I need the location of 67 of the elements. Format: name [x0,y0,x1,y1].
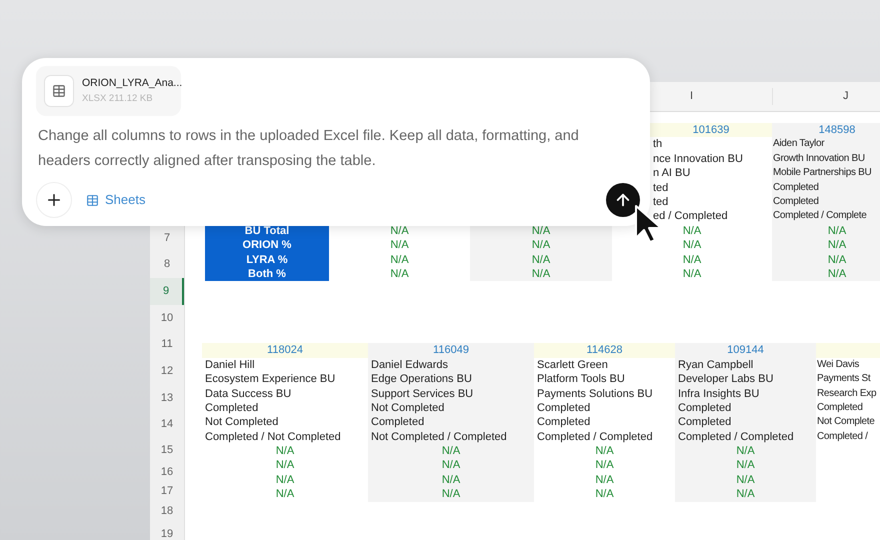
table-cell: Completed [772,194,880,210]
table-cell: N/A [772,238,880,253]
table-cell: N/A [772,252,880,267]
row-number[interactable]: 14 [150,411,184,438]
table-cell: Mobile Partnerships BU [772,166,880,181]
table-cell: Edge Operations BU [368,372,534,387]
table-cell: N/A [368,458,534,473]
table-cell: Growth Innovation BU [772,152,880,166]
attachment-chip[interactable]: ORION_LYRA_Ana... XLSX 211.12 KB [36,66,181,116]
row-number[interactable]: 12 [150,358,184,385]
table-cell: ORION % [205,238,329,253]
row-number[interactable]: 7 [150,225,184,251]
table-cell: N/A [772,224,880,238]
table-cell: N/A [675,472,816,488]
file-meta: XLSX 211.12 KB [82,92,154,106]
table-cell: Completed / Completed [675,430,816,444]
table-cell: Ryan Campbell [675,358,816,372]
add-button[interactable] [36,182,72,218]
row-number[interactable]: 8 [150,251,184,278]
table-cell: Aiden Taylor [772,137,880,152]
table-cell: 109144 [675,343,816,358]
table-cell: Infra Insights BU [675,386,816,401]
row-number[interactable]: 13 [150,385,184,411]
plus-icon [45,191,63,209]
table-cell: Completed / Complete [772,209,880,224]
table-cell: Not Completed / Completed [368,430,534,444]
table-cell: N/A [675,458,816,473]
table-cell: N/A [470,252,612,267]
row-number[interactable]: 10 [150,305,184,331]
table-cell: LYRA % [205,252,329,267]
table-cell: Not Completed [368,400,534,416]
row-number[interactable]: 11 [150,331,184,358]
prompt-text: Change all columns to rows in the uploaded Excel file. Keep all data, formatting, and headers correctly aligned after transposing the table. [37,127,580,171]
row-number[interactable]: 9 [150,278,184,305]
table-cell: N/A [772,266,880,282]
table-cell: N/A [675,487,816,502]
column-header[interactable]: J [772,88,880,105]
row-number[interactable]: 15 [150,438,184,462]
row-number[interactable]: 16 [150,462,184,482]
table-cell: N/A [368,472,534,488]
column-header[interactable]: I [650,88,772,105]
table-cell: Developer Labs BU [675,372,816,387]
table-cell: 114628 [534,343,675,358]
table-cell: 118024 [202,343,368,358]
table-cell: Both % [205,266,329,282]
table-icon [86,194,99,206]
table-cell: N/A [368,444,534,458]
table-cell: Completed [368,415,534,430]
table-cell: N/A [470,266,612,282]
table-cell: 148598 [772,123,880,138]
table-cell: N/A [470,238,612,253]
table-cell: Completed [675,400,816,416]
table-cell: Daniel Edwards [368,358,534,372]
send-button[interactable] [606,183,640,217]
table-icon [52,84,66,98]
table-cell: Completed [772,180,880,195]
row-number[interactable]: 17 [150,482,184,501]
table-cell: Completed [675,415,816,430]
table-cell: 101639 [650,123,772,138]
row-number[interactable]: 19 [150,522,184,540]
row-number[interactable]: 18 [150,501,184,522]
file-name: ORION_LYRA_Ana... [82,76,182,91]
table-cell: N/A [368,487,534,502]
sheets-button[interactable]: Sheets [82,186,150,214]
table-cell: 116049 [368,343,534,358]
table-cell: N/A [675,444,816,458]
table-cell: Support Services BU [368,386,534,401]
